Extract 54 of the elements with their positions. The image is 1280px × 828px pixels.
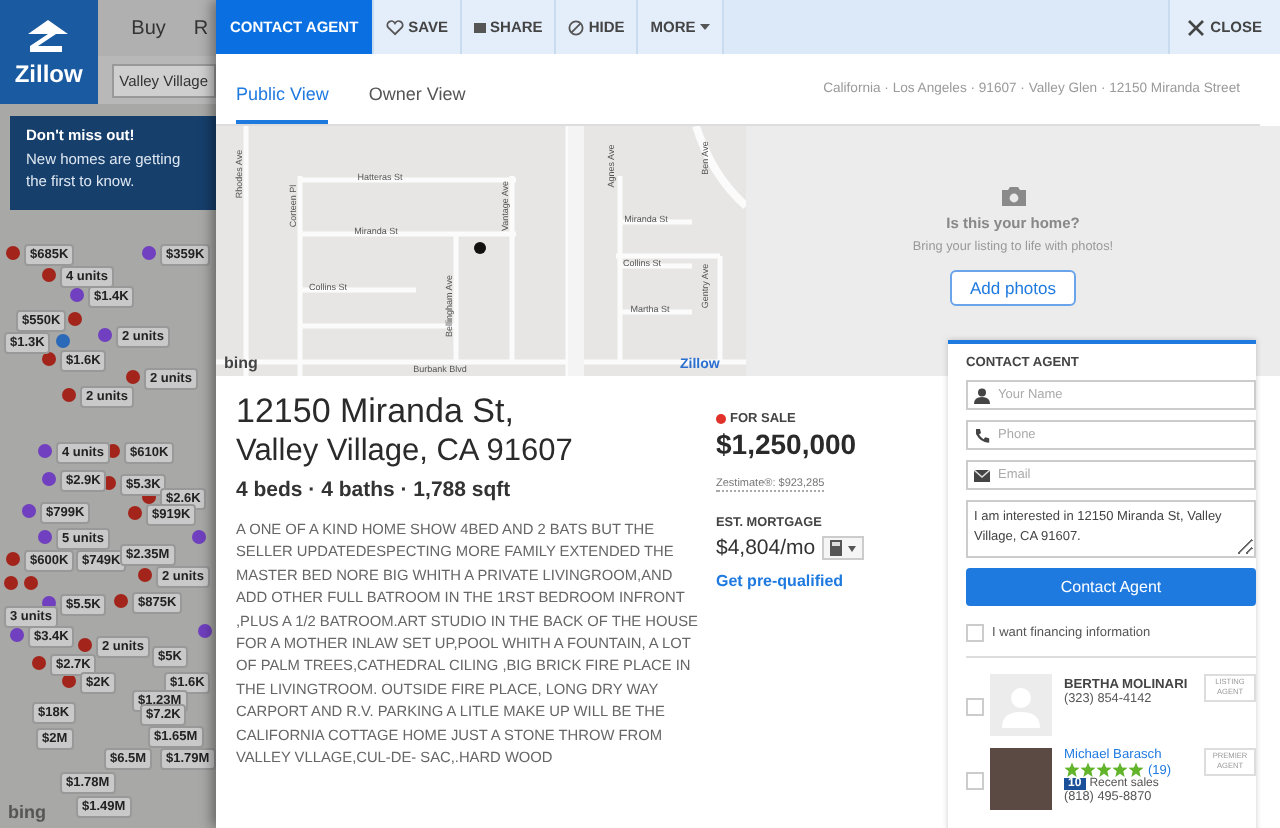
map-pin[interactable] <box>142 246 156 260</box>
calculator-icon <box>829 540 842 556</box>
map-pin[interactable] <box>126 370 140 384</box>
map-pin[interactable] <box>56 334 70 348</box>
checkbox[interactable] <box>966 698 984 716</box>
mortgage-amount: $4,804/mo <box>716 536 816 560</box>
heart-icon <box>386 19 405 35</box>
caret-icon <box>699 24 710 30</box>
zillow-logo[interactable]: Zillow <box>0 0 98 104</box>
property-marker[interactable] <box>474 242 486 254</box>
checkbox[interactable] <box>966 772 984 790</box>
map-pin[interactable] <box>6 246 20 260</box>
share-icon <box>474 21 487 33</box>
map-pin[interactable] <box>38 530 52 544</box>
map-pin[interactable] <box>32 656 46 670</box>
map-pin[interactable] <box>98 328 112 342</box>
map-pin[interactable] <box>114 594 128 608</box>
address-line: Valley Village, CA 91607 <box>236 432 575 470</box>
map-pin[interactable] <box>68 312 82 326</box>
map-pin[interactable] <box>62 388 76 402</box>
map-pin[interactable] <box>70 288 84 302</box>
close-icon <box>1188 19 1205 35</box>
calculator-dropdown[interactable] <box>821 536 864 560</box>
map-pin[interactable] <box>24 576 38 590</box>
map-pin[interactable] <box>4 576 18 590</box>
bing-logo: bing <box>8 802 46 822</box>
contact-agent-button[interactable]: Contact Agent <box>966 568 1256 606</box>
price: $1,250,000 <box>716 428 859 460</box>
view-tab[interactable]: Owner View <box>368 66 466 124</box>
status-dot <box>716 414 726 424</box>
caret-icon <box>847 545 856 551</box>
nav-tab[interactable]: Buy <box>131 17 166 39</box>
map-pin[interactable] <box>42 472 56 486</box>
map-pin[interactable] <box>138 568 152 582</box>
camera-icon <box>1001 186 1025 206</box>
hide-icon <box>568 19 585 35</box>
map-pin[interactable] <box>42 268 56 282</box>
checkbox[interactable] <box>966 624 984 642</box>
pre-qualified-link[interactable]: Get pre-qualified <box>716 572 844 590</box>
map-pin[interactable] <box>22 504 36 518</box>
map-pin[interactable] <box>38 444 52 458</box>
address-line: 12150 Miranda St, <box>236 392 516 432</box>
map-pin[interactable] <box>198 624 212 638</box>
map-pin[interactable] <box>128 506 142 520</box>
photo-placeholder <box>990 748 1052 810</box>
bing-logo: bing <box>224 354 258 372</box>
property-facts: 4 beds · 4 baths · 1,788 sqft <box>236 478 513 502</box>
add-photos-button[interactable]: Add photos <box>949 270 1076 306</box>
map-pin[interactable] <box>78 638 92 652</box>
map-pin[interactable] <box>10 628 24 642</box>
map-pin[interactable] <box>192 530 206 544</box>
map-pin[interactable] <box>6 552 20 566</box>
map-pin[interactable] <box>42 352 56 366</box>
nav-tab[interactable]: R <box>193 17 209 39</box>
